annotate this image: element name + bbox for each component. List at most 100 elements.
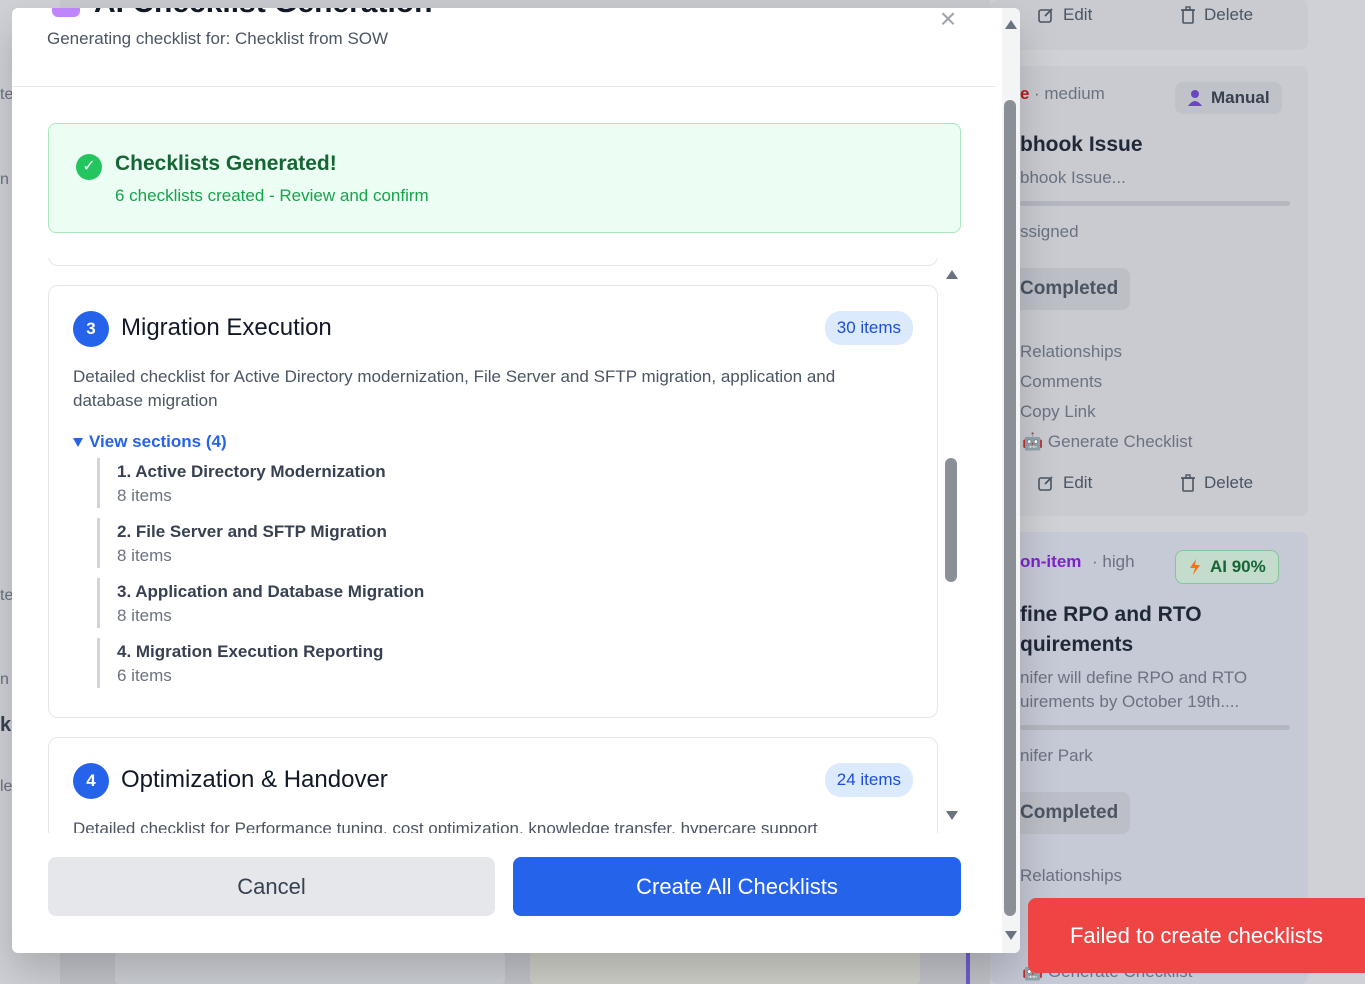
section-item: 4. Migration Execution Reporting 6 items xyxy=(97,638,424,688)
modal-title: AI Checklist Generation xyxy=(94,8,432,20)
card-assignee: ssigned xyxy=(1020,222,1079,241)
card-desc: bhook Issue... xyxy=(1020,168,1126,187)
checklist-card: 3 Migration Execution 30 items Detailed … xyxy=(48,285,938,718)
relationships-link[interactable]: Relationships xyxy=(1020,866,1122,886)
relationships-link[interactable]: Relationships xyxy=(1020,342,1122,362)
ai-checklist-modal: AI Checklist Generation Generating check… xyxy=(12,8,1020,953)
edit-icon xyxy=(1038,8,1053,23)
card-title-line: fine RPO and RTO xyxy=(1020,603,1202,626)
delete-action[interactable]: Delete xyxy=(1180,473,1253,493)
card-progress xyxy=(1020,201,1290,206)
item-count-badge: 30 items xyxy=(824,311,913,345)
comments-link[interactable]: Comments xyxy=(1020,372,1102,392)
trash-icon xyxy=(1181,6,1195,24)
section-name: 3. Application and Database Migration xyxy=(117,582,425,601)
section-item: 3. Application and Database Migration 8 … xyxy=(97,578,424,628)
sparkle-icon xyxy=(52,8,80,17)
status-badge: Completed xyxy=(1006,792,1130,834)
card-title: bhook Issue xyxy=(1020,133,1143,156)
checklist-card: 4 Optimization & Handover 24 items Detai… xyxy=(48,737,938,833)
generate-checklist-link[interactable]: 🤖 Generate Checklist xyxy=(1022,432,1192,452)
trash-icon xyxy=(1181,474,1195,492)
scroll-up-icon[interactable] xyxy=(1005,20,1017,29)
success-banner: ✓ Checklists Generated! 6 checklists cre… xyxy=(48,123,961,233)
checklist-list: 3 Migration Execution 30 items Detailed … xyxy=(48,258,978,833)
card-type: on-item xyxy=(1020,552,1082,571)
close-icon: × xyxy=(939,8,957,34)
section-item: 2. File Server and SFTP Migration 8 item… xyxy=(97,518,424,568)
section-count: 8 items xyxy=(117,606,172,625)
scroll-down-icon[interactable] xyxy=(1005,931,1017,940)
modal-header: AI Checklist Generation Generating check… xyxy=(12,8,996,87)
checklist-description: Detailed checklist for Performance tunin… xyxy=(73,819,818,833)
check-circle-icon: ✓ xyxy=(76,154,102,180)
edit-label: Edit xyxy=(1063,5,1093,24)
close-button[interactable]: × xyxy=(936,8,960,34)
generate-checklist-label: Generate Checklist xyxy=(1047,432,1193,451)
cancel-button[interactable]: Cancel xyxy=(48,857,495,916)
section-list: 1. Active Directory Modernization 8 item… xyxy=(97,458,424,698)
card-priority: · medium xyxy=(1034,84,1105,103)
triangle-down-icon xyxy=(73,437,83,447)
left-fragment: le xyxy=(0,778,13,795)
ai-badge: AI 90% xyxy=(1175,550,1279,584)
success-title: Checklists Generated! xyxy=(115,152,337,175)
scroll-thumb[interactable] xyxy=(1004,100,1016,916)
section-count: 6 items xyxy=(117,666,172,685)
scroll-thumb[interactable] xyxy=(945,458,957,582)
checklist-list-scrollbar[interactable] xyxy=(943,258,961,833)
create-all-checklists-button[interactable]: Create All Checklists xyxy=(513,857,961,916)
left-fragment: n xyxy=(0,671,9,688)
user-icon xyxy=(1188,90,1202,106)
section-name: 2. File Server and SFTP Migration xyxy=(117,522,387,541)
card-title-line: quirements xyxy=(1020,633,1134,656)
lightning-icon xyxy=(1190,559,1200,575)
section-count: 8 items xyxy=(117,486,172,505)
view-sections-toggle[interactable]: View sections (4) xyxy=(73,432,227,452)
delete-action[interactable]: Delete xyxy=(1180,5,1253,25)
card-assignee: nifer Park xyxy=(1020,746,1093,765)
modal-subtitle: Generating checklist for: Checklist from… xyxy=(47,29,389,48)
left-fragment: k xyxy=(0,714,12,736)
item-count-badge: 24 items xyxy=(824,763,913,797)
error-toast[interactable]: Failed to create checklists xyxy=(1028,898,1365,973)
status-label: Completed xyxy=(1020,278,1119,299)
manual-badge: Manual xyxy=(1175,82,1282,114)
scroll-up-icon[interactable] xyxy=(946,270,958,279)
board-card-edge xyxy=(530,952,920,984)
ai-badge-label: AI 90% xyxy=(1210,557,1266,576)
card-desc-line: uirements by October 19th.... xyxy=(1020,692,1240,711)
edit-action[interactable]: Edit xyxy=(1037,5,1092,25)
checklist-number: 3 xyxy=(73,311,109,347)
view-sections-label: View sections (4) xyxy=(89,432,227,451)
section-name: 4. Migration Execution Reporting xyxy=(117,642,384,661)
card-type: e xyxy=(1020,84,1030,103)
checklist-number: 4 xyxy=(73,763,109,799)
edit-action[interactable]: Edit xyxy=(1037,473,1092,493)
copy-link[interactable]: Copy Link xyxy=(1020,402,1096,422)
edit-icon xyxy=(1038,476,1053,491)
checklist-title: Optimization & Handover xyxy=(121,766,388,793)
card-progress xyxy=(1020,725,1290,730)
modal-title-row: AI Checklist Generation xyxy=(52,8,432,20)
board-card-edge xyxy=(115,952,505,984)
toast-message: Failed to create checklists xyxy=(1069,922,1324,948)
modal-scrollbar[interactable] xyxy=(1002,8,1020,953)
status-badge: Completed xyxy=(1006,268,1130,310)
checklist-description: Detailed checklist for Active Directory … xyxy=(73,367,836,410)
delete-label: Delete xyxy=(1204,473,1254,492)
robot-icon: 🤖 xyxy=(1022,432,1048,451)
checklist-card-previous xyxy=(48,258,938,266)
section-count: 8 items xyxy=(117,546,172,565)
manual-badge-label: Manual xyxy=(1211,88,1270,107)
card-desc-line: nifer will define RPO and RTO xyxy=(1020,668,1248,687)
left-fragment: n xyxy=(0,171,9,188)
checklist-title: Migration Execution xyxy=(121,314,332,341)
section-name: 1. Active Directory Modernization xyxy=(117,462,386,481)
delete-label: Delete xyxy=(1204,5,1254,24)
card-priority: · high xyxy=(1092,552,1135,571)
status-label: Completed xyxy=(1020,802,1119,823)
edit-label: Edit xyxy=(1063,473,1093,492)
section-item: 1. Active Directory Modernization 8 item… xyxy=(97,458,424,508)
scroll-down-icon[interactable] xyxy=(946,811,958,820)
